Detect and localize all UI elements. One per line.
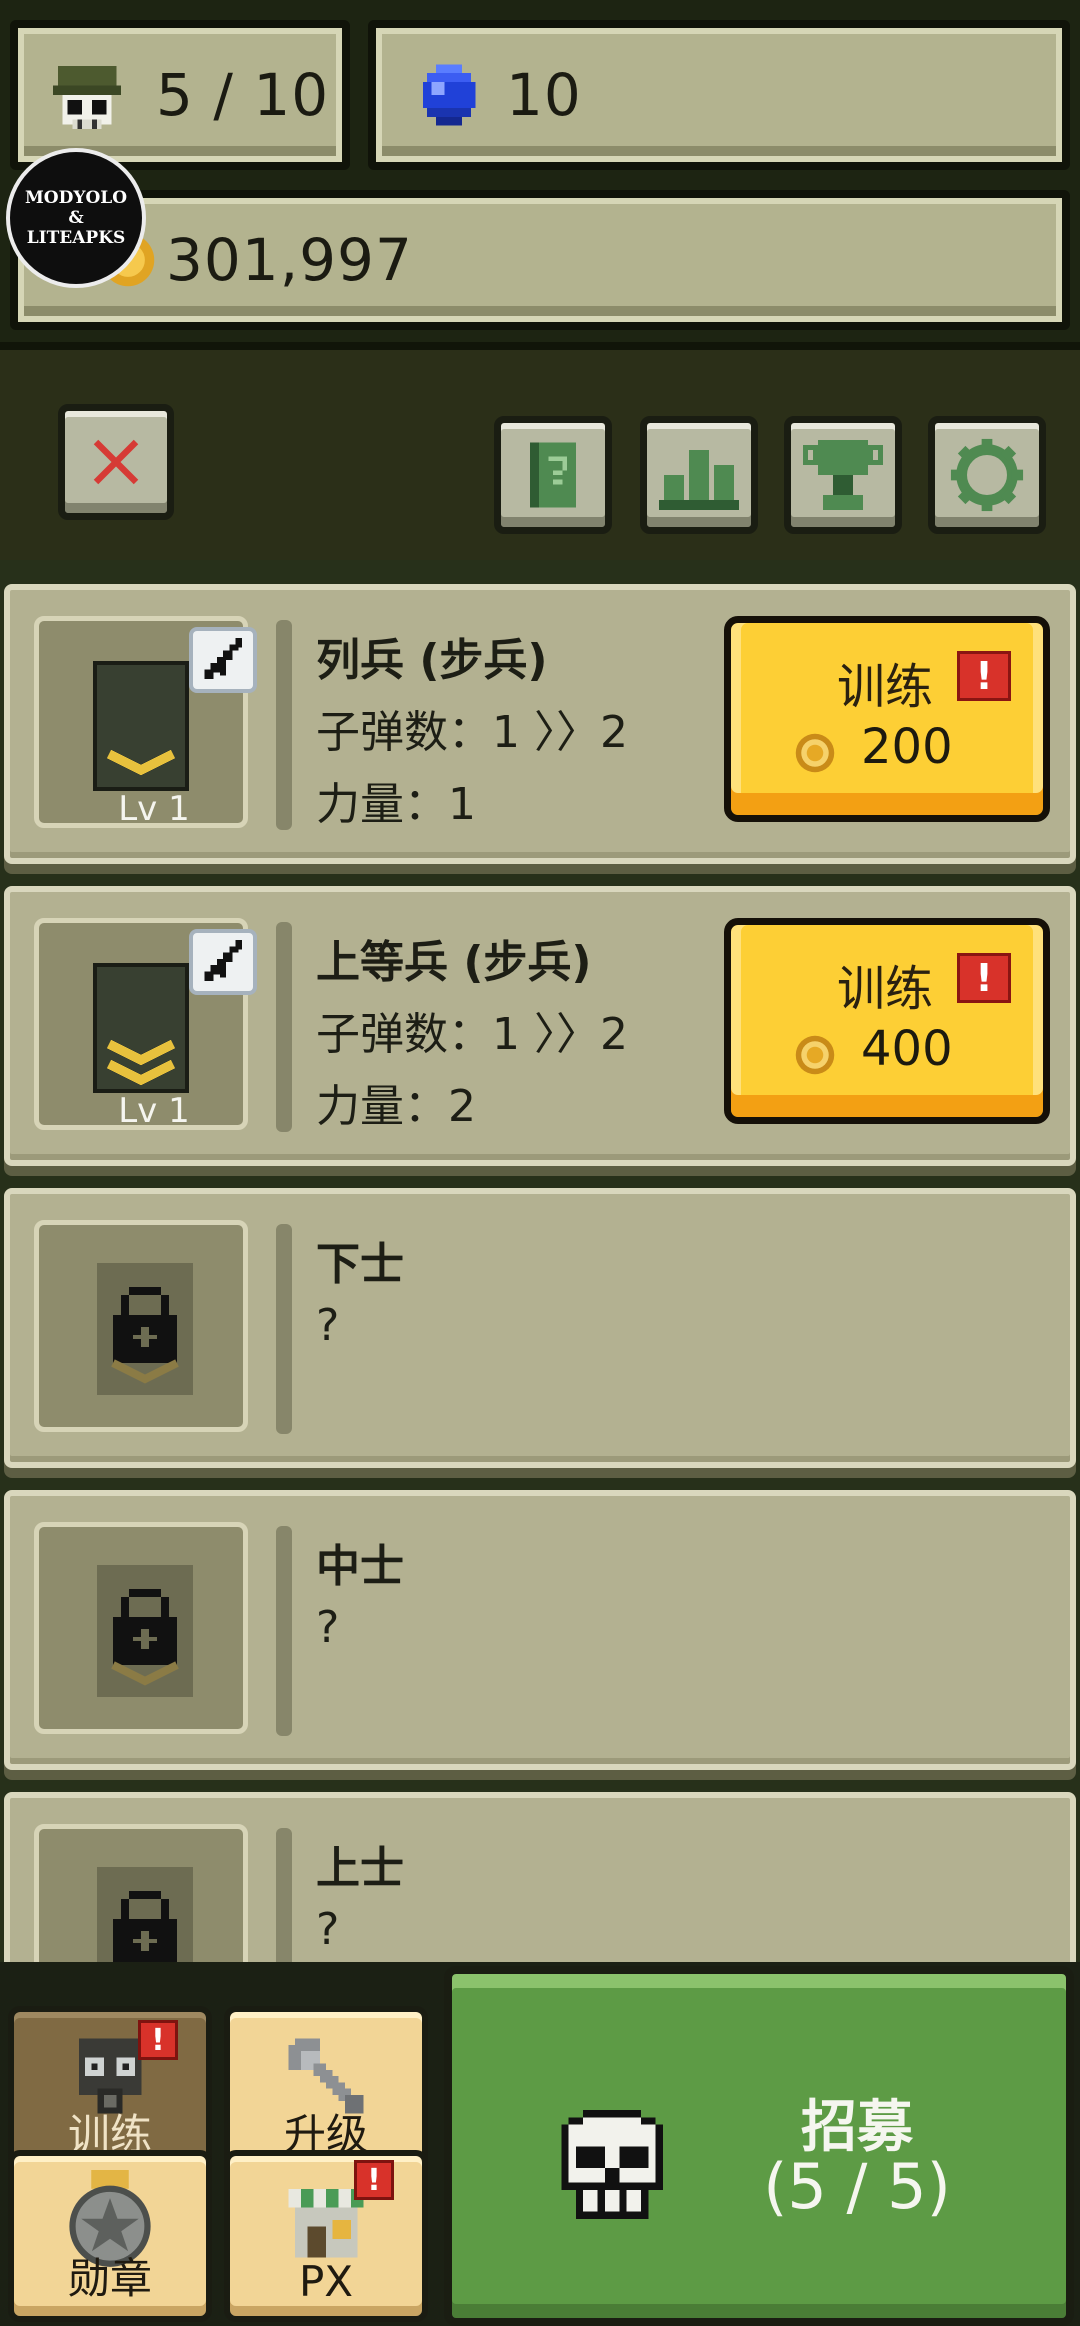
train-label: 训练: [837, 659, 934, 715]
train-button[interactable]: 训练 ! 400: [724, 918, 1050, 1124]
unit-row-private-first-class: Lv 1 上等兵 (步兵) 子弹数：1 〉〉2 力量：2 训练 ! 400: [4, 886, 1076, 1166]
lock-icon: [97, 1565, 193, 1697]
help-book-icon: [529, 442, 577, 508]
unit-name: 上等兵 (步兵): [316, 937, 592, 988]
alert-badge: !: [957, 651, 1011, 701]
nav-px-tab[interactable]: ! PX: [224, 2150, 428, 2322]
row-divider: [276, 922, 292, 1132]
gold-coin-icon: [795, 1035, 835, 1075]
gold-count-panel: 301,997: [10, 190, 1070, 330]
gold-coin-icon: [795, 733, 835, 773]
unit-portrait: [34, 1220, 248, 1432]
watermark-text-3: LITEAPKS: [26, 228, 126, 248]
nav-medal-label: 勋章: [67, 2254, 152, 2303]
unit-portrait: [34, 1522, 248, 1734]
gem-count-panel: 10: [368, 20, 1070, 170]
soldier-skull-icon: [52, 65, 122, 130]
nav-alert-badge: !: [138, 2020, 178, 2060]
watermark-text-2: &: [68, 208, 84, 228]
unit-unknown: ?: [316, 1300, 340, 1351]
unit-portrait: Lv 1: [34, 918, 257, 1131]
gear-icon: [950, 438, 1024, 512]
unit-bullets: 子弹数：1 〉〉2: [316, 1009, 628, 1060]
unit-name: 上士: [316, 1843, 404, 1894]
unit-power: 力量：2: [316, 1081, 476, 1132]
nav-px-label: PX: [298, 2257, 354, 2306]
row-divider: [276, 1828, 292, 1980]
top-hud: 5 / 10 10 301,997 MODYOLO & LITEAPKS: [0, 0, 1080, 350]
unit-row-private: Lv 1 列兵 (步兵) 子弹数：1 〉〉2 力量：1 训练 ! 200: [4, 584, 1076, 864]
soldier-count: 5 / 10: [156, 61, 330, 129]
soldier-count-panel: 5 / 10: [10, 20, 350, 170]
unit-unknown: ?: [316, 1904, 340, 1955]
unit-unknown: ?: [316, 1602, 340, 1653]
nav-medal-tab[interactable]: 勋章: [8, 2150, 212, 2322]
unit-name: 下士: [316, 1239, 404, 1290]
rank-insignia-icon: [93, 963, 189, 1093]
train-label: 训练: [837, 961, 934, 1017]
skull-icon: [561, 2110, 663, 2219]
gem-count: 10: [506, 61, 582, 129]
leaderboard-icon: [659, 450, 739, 510]
leaderboard-button[interactable]: [640, 416, 758, 534]
trophy-button[interactable]: [784, 416, 902, 534]
lock-icon: [97, 1263, 193, 1395]
unit-list[interactable]: Lv 1 列兵 (步兵) 子弹数：1 〉〉2 力量：1 训练 ! 200 Lv …: [0, 560, 1080, 1980]
unit-row-staff-sergeant-locked: 上士 ?: [4, 1792, 1076, 1980]
rifle-icon: [189, 929, 257, 995]
blue-gem-icon: [422, 64, 476, 126]
recruit-button[interactable]: 招募 (5 / 5): [444, 1966, 1074, 2326]
row-divider: [276, 1224, 292, 1434]
close-button[interactable]: [58, 404, 174, 520]
train-button[interactable]: 训练 ! 200: [724, 616, 1050, 822]
gold-count: 301,997: [166, 226, 413, 294]
row-divider: [276, 620, 292, 830]
watermark-text-1: MODYOLO: [24, 188, 128, 208]
close-x-icon: [93, 439, 139, 485]
unit-power: 力量：1: [316, 779, 476, 830]
unit-level: Lv 1: [118, 1091, 190, 1131]
rifle-icon: [189, 627, 257, 693]
train-price: 200: [861, 719, 953, 775]
help-book-button[interactable]: [494, 416, 612, 534]
unit-name: 中士: [316, 1541, 404, 1592]
row-divider: [276, 1526, 292, 1736]
watermark-logo: MODYOLO & LITEAPKS: [6, 148, 146, 288]
recruit-count: (5 / 5): [763, 2150, 951, 2223]
settings-button[interactable]: [928, 416, 1046, 534]
unit-row-sergeant-locked: 中士 ?: [4, 1490, 1076, 1770]
nav-alert-badge: !: [354, 2160, 394, 2200]
unit-name: 列兵 (步兵): [316, 635, 548, 686]
rank-insignia-icon: [93, 661, 189, 791]
unit-bullets: 子弹数：1 〉〉2: [316, 707, 628, 758]
unit-portrait: [34, 1824, 248, 1980]
unit-level: Lv 1: [118, 789, 190, 829]
unit-row-corporal-locked: 下士 ?: [4, 1188, 1076, 1468]
alert-badge: !: [957, 953, 1011, 1003]
train-price: 400: [861, 1021, 953, 1077]
trophy-icon: [803, 440, 883, 510]
unit-portrait: Lv 1: [34, 616, 257, 829]
